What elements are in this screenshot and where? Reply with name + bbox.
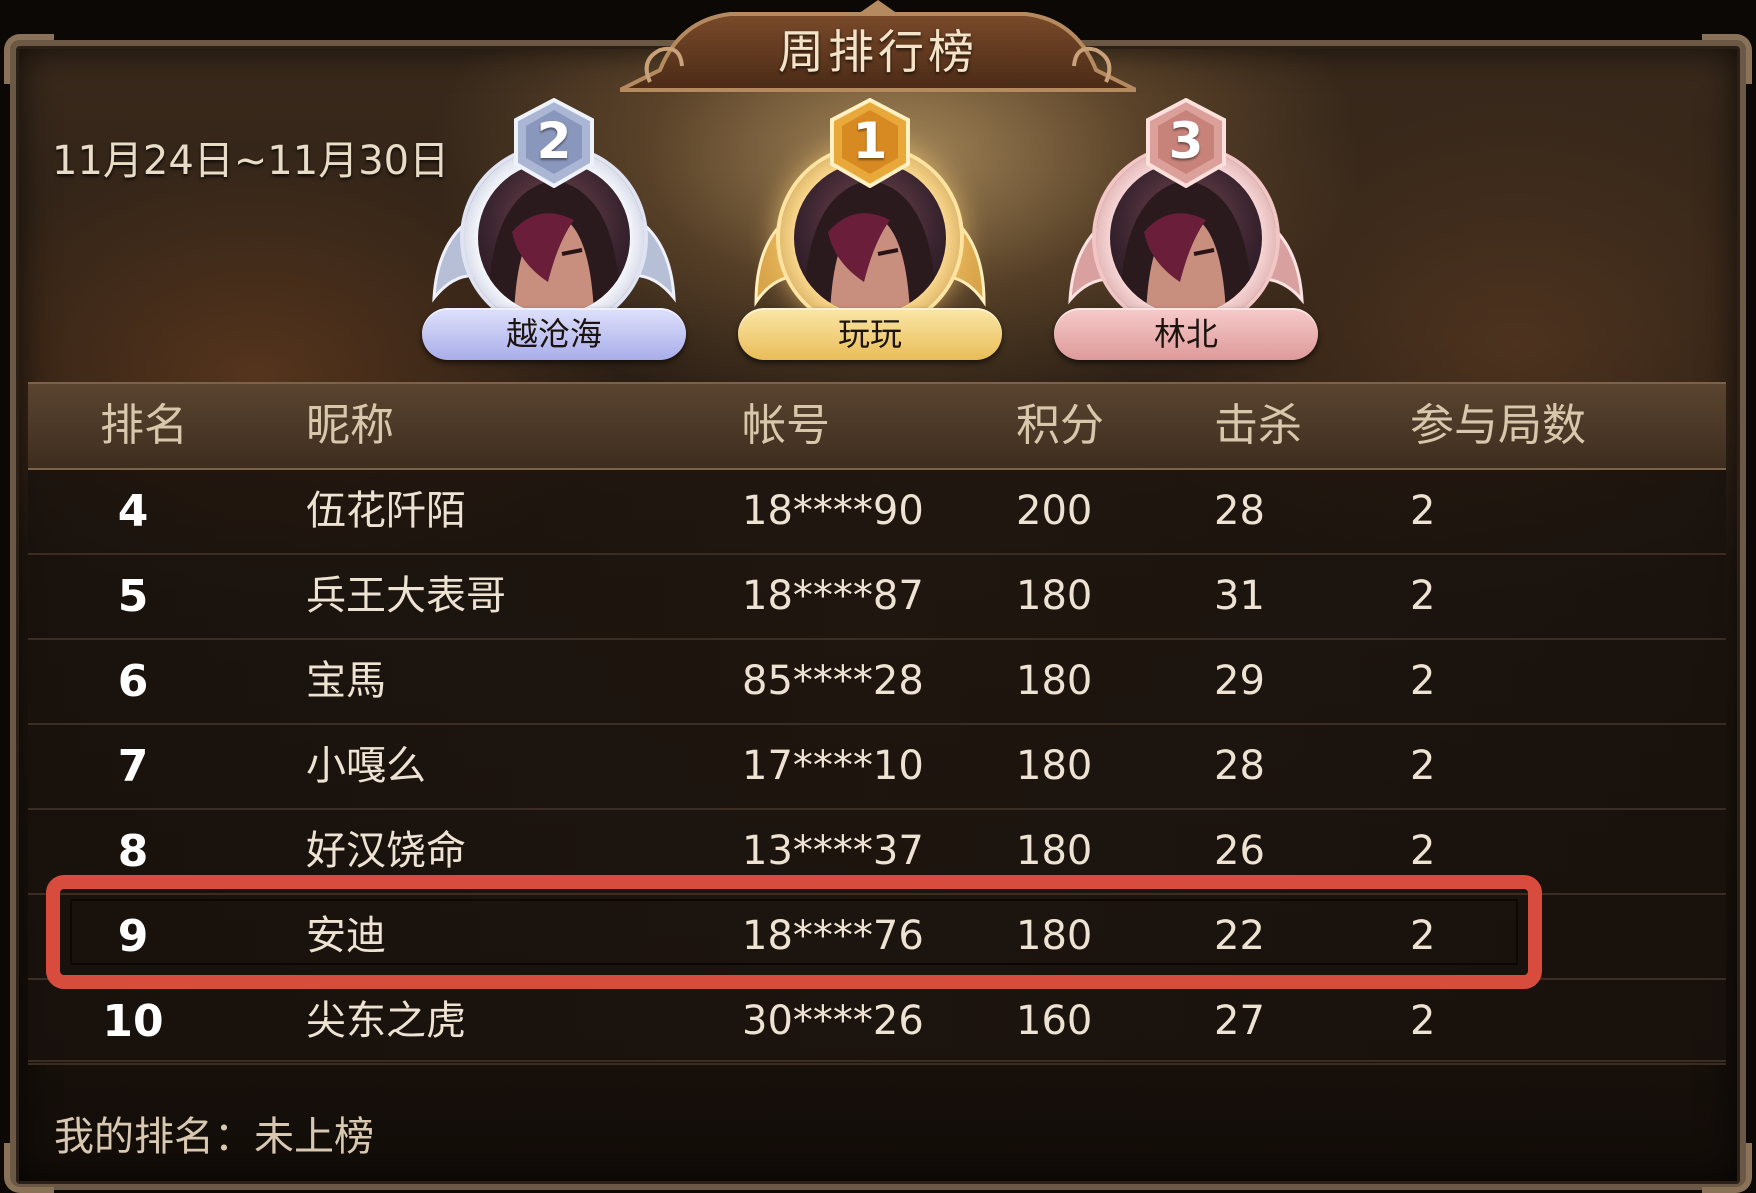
player-name-plate: 越沧海	[422, 308, 686, 360]
podium-rank-number: 1	[852, 112, 888, 170]
nickname-cell: 小嘎么	[306, 743, 426, 789]
games-cell: 2	[1410, 488, 1436, 534]
score-cell: 160	[1016, 998, 1093, 1044]
podium-rank-number: 2	[536, 112, 572, 170]
kills-cell: 28	[1214, 743, 1265, 789]
nickname-cell: 安迪	[306, 913, 386, 959]
leaderboard-screen: 周排行榜 11月24日~11月30日 2 越沧海 1 玩玩 3 林北 排名 昵称…	[0, 0, 1756, 1193]
divider	[28, 1060, 1726, 1062]
score-cell: 180	[1016, 658, 1093, 704]
column-header-score: 积分	[1016, 400, 1104, 451]
my-rank-status: 我的排名：未上榜	[54, 1114, 374, 1160]
nickname-cell: 好汉饶命	[306, 828, 466, 874]
column-header-games: 参与局数	[1410, 400, 1586, 451]
rank-cell: 5	[117, 571, 149, 622]
bronze-medal-badge: 3	[1144, 98, 1228, 188]
podium-rank-1[interactable]: 1 玩玩	[738, 98, 1002, 368]
kills-cell: 22	[1214, 913, 1265, 959]
rank-cell: 10	[102, 996, 164, 1047]
column-header-rank: 排名	[100, 400, 188, 451]
rank-cell: 9	[117, 911, 149, 962]
frame-corner-ornament	[1702, 1143, 1752, 1193]
rank-cell: 7	[117, 741, 149, 792]
rank-cell: 6	[117, 656, 149, 707]
player-name-plate: 林北	[1054, 308, 1318, 360]
kills-cell: 28	[1214, 488, 1265, 534]
table-row[interactable]: 4 伍花阡陌 18****90 200 28 2	[28, 470, 1726, 555]
score-cell: 200	[1016, 488, 1093, 534]
page-title: 周排行榜	[778, 25, 978, 79]
table-row[interactable]: 7 小嘎么 17****10 180 28 2	[28, 725, 1726, 810]
table-header: 排名 昵称 帐号 积分 击杀 参与局数	[28, 382, 1726, 470]
podium-rank-number: 3	[1168, 112, 1204, 170]
date-range: 11月24日~11月30日	[52, 138, 450, 184]
kills-cell: 26	[1214, 828, 1265, 874]
nickname-cell: 宝馬	[306, 658, 386, 704]
games-cell: 2	[1410, 658, 1436, 704]
title-banner: 周排行榜	[620, 0, 1136, 96]
table-row[interactable]: 5 兵王大表哥 18****87 180 31 2	[28, 555, 1726, 640]
frame-corner-ornament	[4, 1143, 54, 1193]
rank-cell: 8	[117, 826, 149, 877]
games-cell: 2	[1410, 998, 1436, 1044]
kills-cell: 27	[1214, 998, 1265, 1044]
score-cell: 180	[1016, 743, 1093, 789]
score-cell: 180	[1016, 828, 1093, 874]
table-row[interactable]: 8 好汉饶命 13****37 180 26 2	[28, 810, 1726, 895]
silver-medal-badge: 2	[512, 98, 596, 188]
nickname-cell: 兵王大表哥	[306, 573, 506, 619]
account-cell: 18****87	[742, 573, 924, 619]
games-cell: 2	[1410, 913, 1436, 959]
score-cell: 180	[1016, 573, 1093, 619]
ranking-table: 排名 昵称 帐号 积分 击杀 参与局数 4 伍花阡陌 18****90 200 …	[28, 382, 1726, 1065]
kills-cell: 29	[1214, 658, 1265, 704]
nickname-cell: 伍花阡陌	[306, 488, 466, 534]
score-cell: 180	[1016, 913, 1093, 959]
account-cell: 13****37	[742, 828, 924, 874]
frame-corner-ornament	[1702, 34, 1752, 84]
frame-corner-ornament	[4, 34, 54, 84]
account-cell: 18****90	[742, 488, 924, 534]
nickname-cell: 尖东之虎	[306, 998, 466, 1044]
table-row-highlighted[interactable]: 9 安迪 18****76 180 22 2	[28, 895, 1726, 980]
table-row[interactable]: 6 宝馬 85****28 180 29 2	[28, 640, 1726, 725]
podium-rank-3[interactable]: 3 林北	[1054, 98, 1318, 368]
games-cell: 2	[1410, 828, 1436, 874]
podium-rank-2[interactable]: 2 越沧海	[422, 98, 686, 368]
account-cell: 30****26	[742, 998, 924, 1044]
column-header-account: 帐号	[742, 400, 830, 451]
player-name-plate: 玩玩	[738, 308, 1002, 360]
rank-cell: 4	[117, 486, 149, 537]
account-cell: 18****76	[742, 913, 924, 959]
account-cell: 85****28	[742, 658, 924, 704]
account-cell: 17****10	[742, 743, 924, 789]
games-cell: 2	[1410, 743, 1436, 789]
games-cell: 2	[1410, 573, 1436, 619]
kills-cell: 31	[1214, 573, 1265, 619]
column-header-nickname: 昵称	[306, 400, 394, 451]
column-header-kills: 击杀	[1214, 400, 1302, 451]
gold-medal-badge: 1	[828, 98, 912, 188]
table-row[interactable]: 10 尖东之虎 30****26 160 27 2	[28, 980, 1726, 1065]
